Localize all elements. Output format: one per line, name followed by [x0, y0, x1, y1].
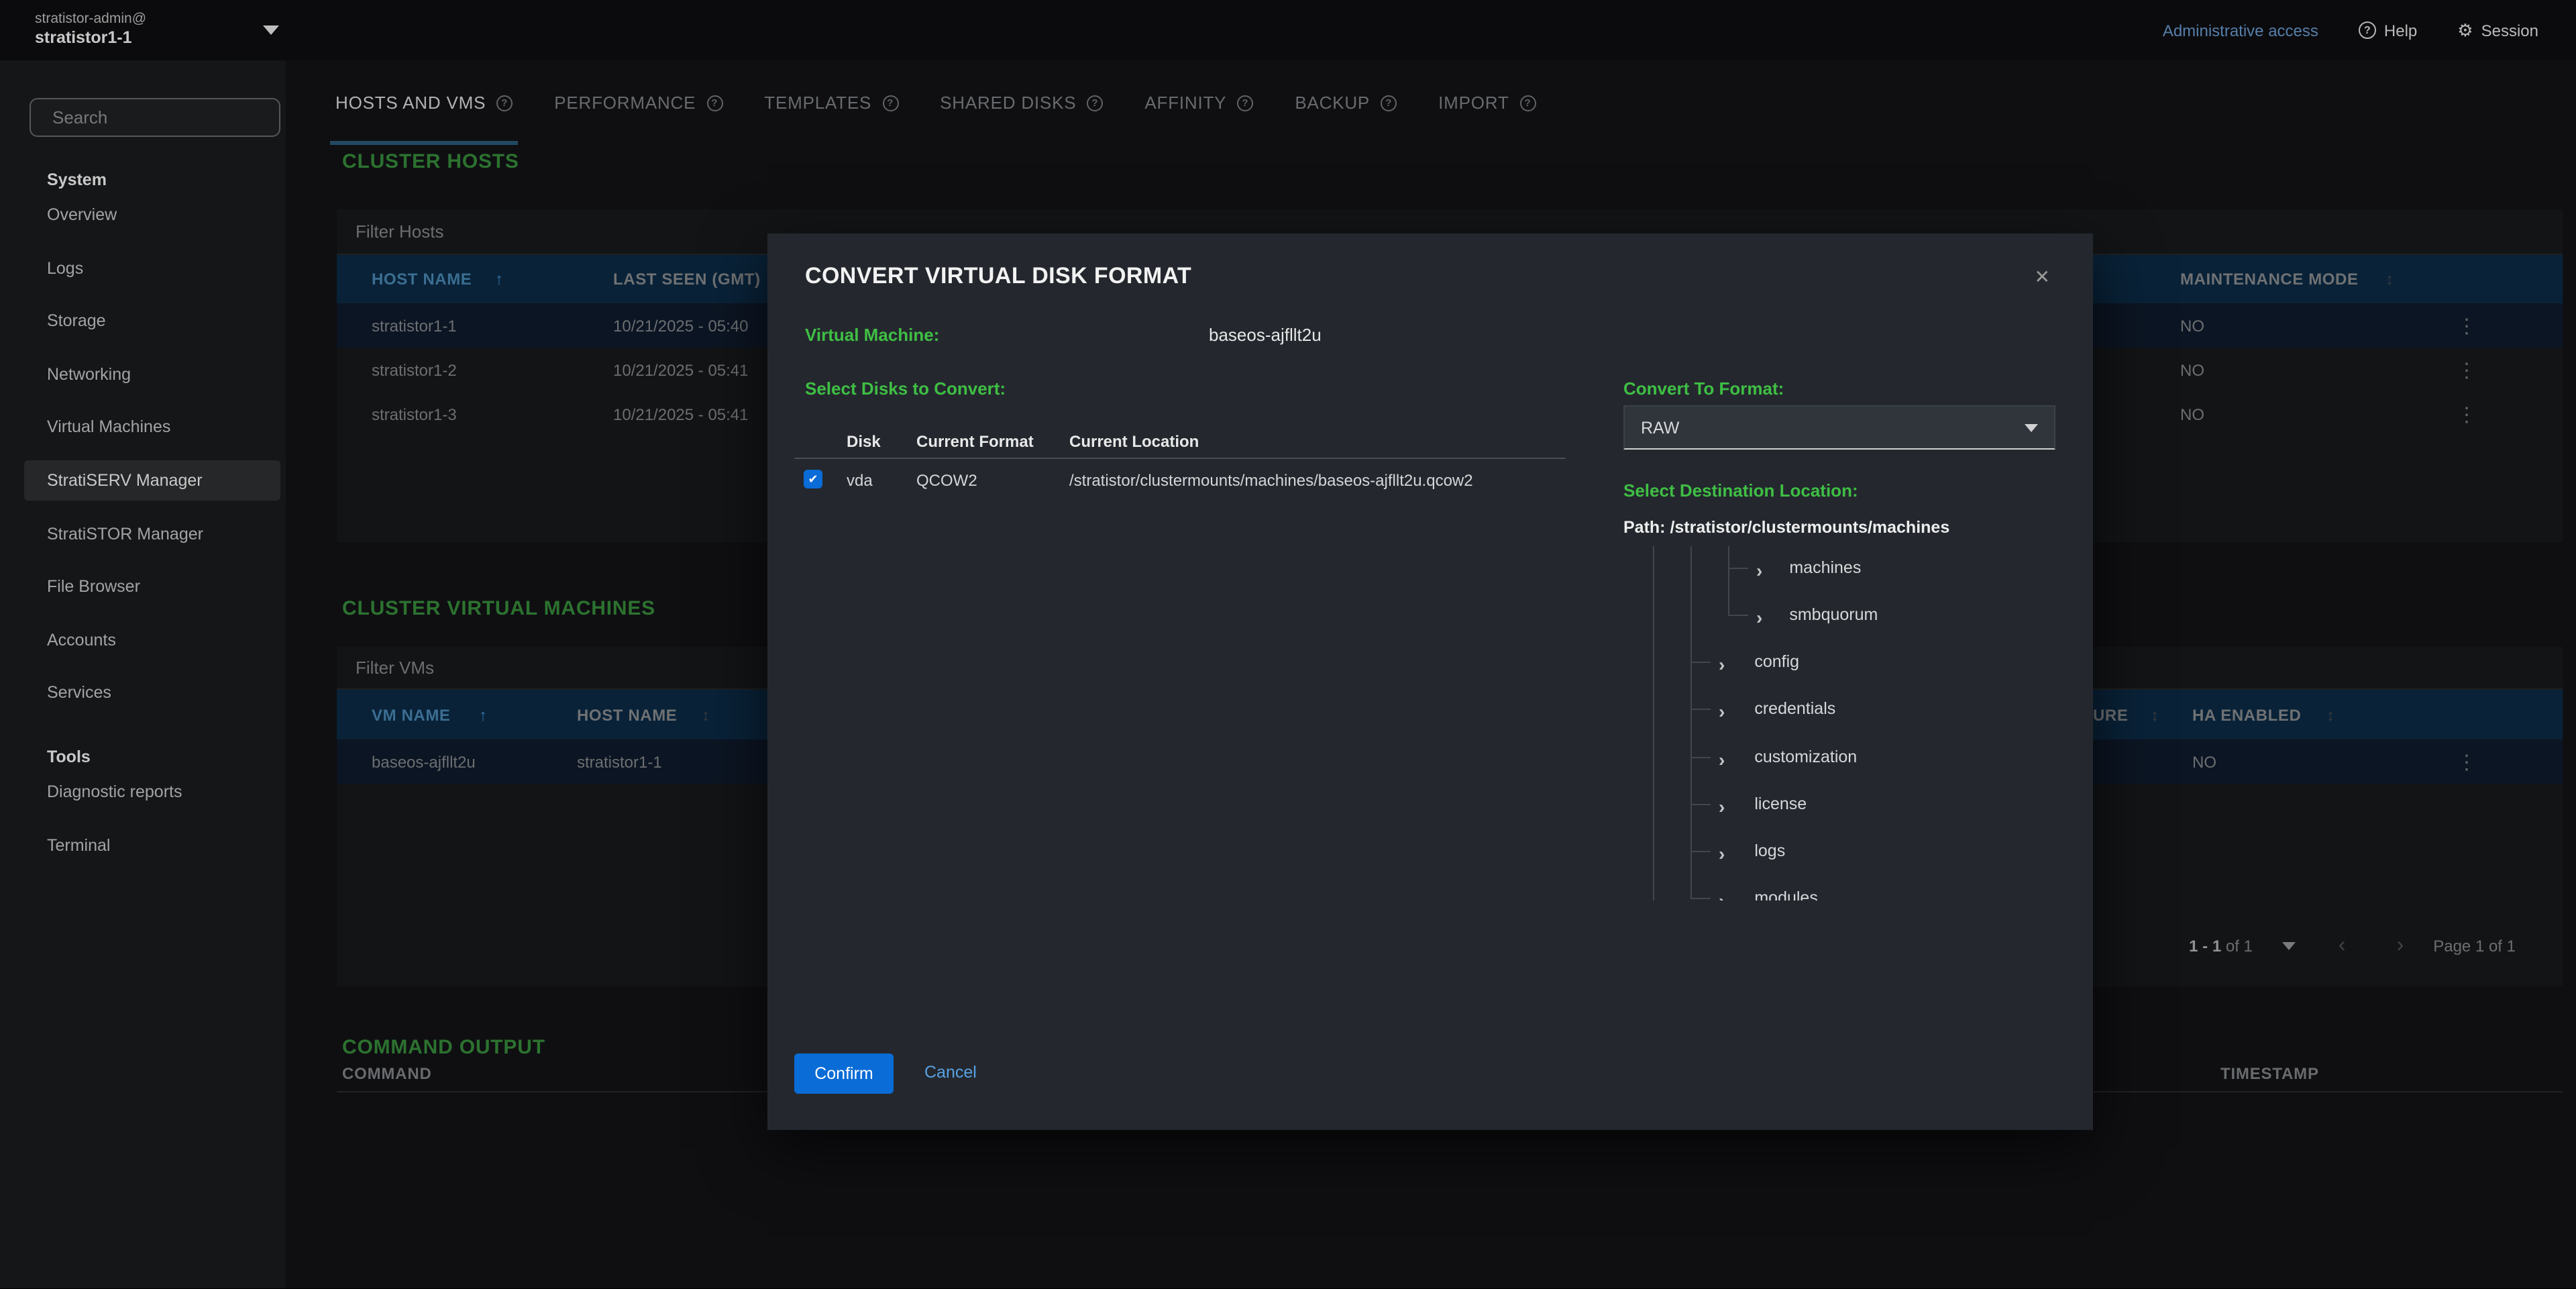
tree-connector-line — [1690, 851, 1711, 852]
tree-item-label: config — [1754, 652, 1799, 671]
tree-guide-line — [1728, 546, 1729, 615]
disk-location: /stratistor/clustermounts/machines/baseo… — [1069, 471, 1473, 490]
disk-col-format: Current Format — [916, 432, 1034, 451]
tree-connector-line — [1690, 898, 1711, 899]
chevron-right-icon[interactable]: › — [1719, 702, 1725, 721]
tree-item-config[interactable]: › config — [1719, 648, 2066, 675]
chevron-right-icon[interactable]: › — [1719, 750, 1725, 769]
disk-col-disk: Disk — [847, 432, 881, 451]
tree-item-customization[interactable]: › customization — [1719, 743, 2066, 770]
tree-connector-line — [1728, 615, 1748, 616]
destination-label: Select Destination Location: — [1623, 480, 1858, 501]
disk-format: QCOW2 — [916, 471, 977, 490]
tree-connector-line — [1690, 757, 1711, 758]
tree-item-smbquorum[interactable]: › smbquorum — [1756, 601, 2066, 628]
format-select[interactable]: RAW — [1623, 405, 2055, 450]
select-caret-icon — [2025, 423, 2038, 431]
app-root: stratistor-admin@ stratistor1-1 Administ… — [0, 0, 2576, 1288]
chevron-right-icon[interactable]: › — [1756, 608, 1762, 627]
tree-item-machines[interactable]: › machines — [1756, 554, 2066, 581]
destination-path: Path: /stratistor/clustermounts/machines — [1623, 518, 1949, 537]
chevron-right-icon[interactable]: › — [1719, 655, 1725, 674]
chevron-right-icon[interactable]: › — [1719, 844, 1725, 863]
tree-connector-line — [1690, 709, 1711, 710]
tree-guide-line — [1653, 546, 1654, 900]
tree-item-credentials[interactable]: › credentials — [1719, 695, 2066, 722]
tree-connector-line — [1690, 662, 1711, 663]
chevron-right-icon[interactable]: › — [1719, 891, 1725, 900]
tree-guide-line — [1690, 546, 1692, 898]
tree-item-modules[interactable]: › modules — [1719, 884, 2066, 900]
convert-disk-modal: CONVERT VIRTUAL DISK FORMAT ✕ Virtual Ma… — [767, 234, 2093, 1130]
tree-item-label: machines — [1789, 558, 1861, 577]
vm-label: Virtual Machine: — [805, 325, 939, 345]
directory-tree: › machines › smbquorum › config › credentials › c… — [1623, 546, 2066, 900]
tree-item-label: customization — [1754, 747, 1857, 766]
tree-item-label: license — [1754, 794, 1807, 813]
tree-item-label: modules — [1754, 888, 1818, 900]
tree-item-logs[interactable]: › logs — [1719, 837, 2066, 864]
cancel-button[interactable]: Cancel — [924, 1063, 977, 1082]
tree-item-label: logs — [1754, 841, 1785, 860]
format-selected-value: RAW — [1641, 418, 2025, 437]
chevron-right-icon[interactable]: › — [1756, 561, 1762, 580]
close-icon[interactable]: ✕ — [2035, 266, 2050, 289]
disk-table-divider — [794, 458, 1566, 459]
disks-label: Select Disks to Convert: — [805, 378, 1006, 399]
tree-connector-line — [1728, 568, 1748, 569]
format-label: Convert To Format: — [1623, 378, 1784, 399]
tree-item-label: smbquorum — [1789, 605, 1878, 624]
disk-col-location: Current Location — [1069, 432, 1199, 451]
disk-checkbox[interactable]: ✔ — [804, 470, 822, 488]
tree-connector-line — [1690, 804, 1711, 805]
tree-item-label: credentials — [1754, 699, 1835, 718]
vm-value: baseos-ajfllt2u — [1209, 325, 1322, 345]
modal-title: CONVERT VIRTUAL DISK FORMAT — [805, 263, 1191, 290]
tree-item-license[interactable]: › license — [1719, 790, 2066, 817]
chevron-right-icon[interactable]: › — [1719, 797, 1725, 816]
confirm-button[interactable]: Confirm — [794, 1053, 894, 1094]
disk-name: vda — [847, 471, 873, 490]
